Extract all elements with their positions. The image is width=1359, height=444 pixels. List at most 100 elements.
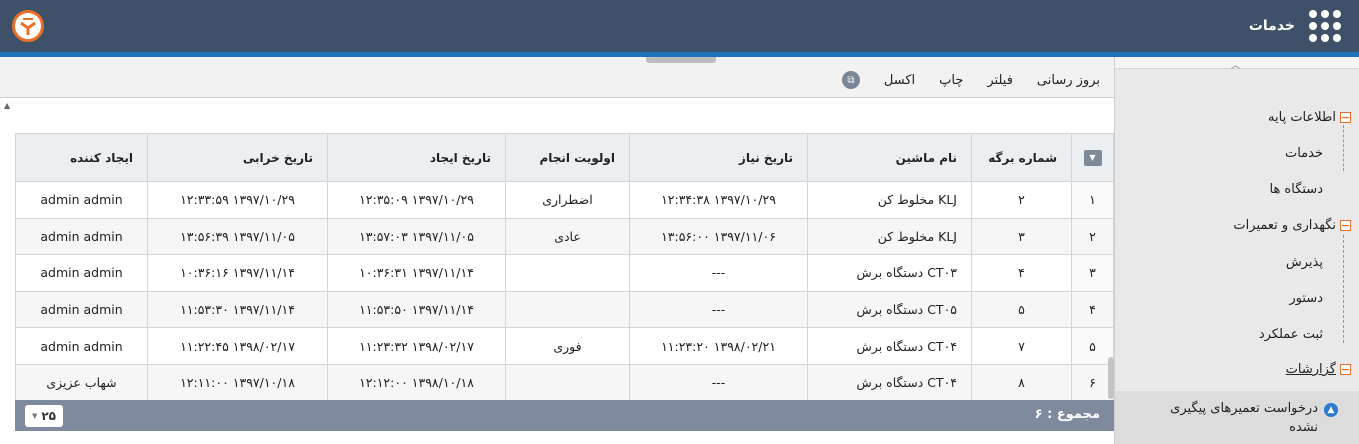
chart-icon: ▲ [1324, 403, 1338, 417]
top-bar: خدمات [0, 0, 1359, 52]
collapse-minus-icon[interactable]: − [1340, 220, 1351, 231]
cell-priority: اضطراری [505, 181, 630, 219]
cell-failure-date: ۱۳۹۷/۱۰/۱۸ ۱۲:۱۱:۰۰ [147, 363, 328, 402]
cell-machine: KLJ مخلوط کن [807, 217, 972, 256]
page-size-value: ۲۵ [41, 409, 57, 423]
cell-need-date: --- [629, 254, 808, 292]
cell-created-date: ۱۳۹۸/۱۰/۱۸ ۱۲:۱۲:۰۰ [327, 363, 506, 402]
cell-machine: KLJ مخلوط کن [807, 181, 972, 219]
column-header-failure-date[interactable]: تاریخ خرابی [147, 133, 328, 182]
cell-created-date: ۱۳۹۷/۱۰/۲۹ ۱۲:۳۵:۰۹ [327, 181, 506, 219]
data-grid: ▼ شماره برگه نام ماشین تاریخ نیاز اولویت… [15, 133, 1114, 402]
cell-machine: CT۰۴ دستگاه برش [807, 327, 972, 365]
cell-sheet: ۸ [971, 363, 1072, 402]
cell-need-date: --- [629, 290, 808, 329]
cell-machine: CT۰۵ دستگاه برش [807, 290, 972, 329]
sidebar: ︿ − اطلاعات پایه خدمات دستگاه ها − نگهدا… [1114, 57, 1359, 444]
sidebar-item-services[interactable]: خدمات [1285, 146, 1323, 161]
page-size-select[interactable]: ▼ ۲۵ [25, 405, 63, 427]
tree-connector [1343, 235, 1344, 343]
column-header-creator[interactable]: ایجاد کننده [15, 133, 148, 182]
cell-creator: admin admin [15, 217, 148, 256]
cell-sheet: ۳ [971, 217, 1072, 256]
main-panel: بروز رسانی فیلتر چاپ اکسل ⧉ ▲ ▼ شماره بر… [0, 57, 1114, 444]
chevron-down-icon: ▼ [31, 412, 38, 420]
sidebar-group-base-info[interactable]: − اطلاعات پایه [1268, 110, 1351, 125]
scroll-up-arrow-icon[interactable]: ▲ [4, 101, 10, 110]
cell-priority [505, 254, 630, 292]
cell-need-date: ۱۳۹۸/۰۲/۲۱ ۱۱:۲۳:۲۰ [629, 327, 808, 365]
sidebar-group-label: نگهداری و تعمیرات [1233, 218, 1336, 233]
row-number: ۲ [1071, 217, 1114, 256]
sidebar-item-label: درخواست تعمیرهای پیگیری نشده [1170, 401, 1318, 435]
sidebar-group-reports[interactable]: − گزارشات [1286, 362, 1351, 377]
cell-sheet: ۵ [971, 290, 1072, 329]
collapse-minus-icon[interactable]: − [1340, 364, 1351, 375]
cell-failure-date: ۱۳۹۷/۱۱/۱۴ ۱۱:۵۳:۳۰ [147, 290, 328, 329]
row-number: ۳ [1071, 254, 1114, 292]
cell-created-date: ۱۳۹۷/۱۱/۰۵ ۱۳:۵۷:۰۳ [327, 217, 506, 256]
sidebar-item-unfollowed-repairs[interactable]: ▲ درخواست تعمیرهای پیگیری نشده [1115, 391, 1359, 444]
column-header-created-date[interactable]: تاریخ ایجاد [327, 133, 506, 182]
cell-creator: admin admin [15, 290, 148, 329]
table-row[interactable]: ۴ ۵ CT۰۵ دستگاه برش --- ۱۳۹۷/۱۱/۱۴ ۱۱:۵۳… [15, 290, 1114, 329]
column-header-priority[interactable]: اولویت انجام [505, 133, 630, 182]
table-row[interactable]: ۵ ۷ CT۰۴ دستگاه برش ۱۳۹۸/۰۲/۲۱ ۱۱:۲۳:۲۰ … [15, 327, 1114, 365]
sidebar-group-label: اطلاعات پایه [1268, 110, 1336, 125]
sidebar-item-order[interactable]: دستور [1289, 291, 1323, 306]
collapse-minus-icon[interactable]: − [1340, 112, 1351, 123]
excel-button[interactable]: اکسل [884, 73, 915, 88]
column-header-sheet[interactable]: شماره برگه [971, 133, 1072, 182]
cell-need-date: --- [629, 363, 808, 402]
cell-created-date: ۱۳۹۷/۱۱/۱۴ ۱۱:۵۳:۵۰ [327, 290, 506, 329]
column-menu-header[interactable]: ▼ [1071, 133, 1114, 182]
total-value: ۶ [1034, 407, 1043, 422]
cell-priority: فوری [505, 327, 630, 365]
cell-failure-date: ۱۳۹۷/۱۱/۱۴ ۱۰:۳۶:۱۶ [147, 254, 328, 292]
row-number: ۱ [1071, 181, 1114, 219]
table-row[interactable]: ۶ ۸ CT۰۴ دستگاه برش --- ۱۳۹۸/۱۰/۱۸ ۱۲:۱۲… [15, 363, 1114, 402]
cell-need-date: ۱۳۹۷/۱۰/۲۹ ۱۲:۳۴:۳۸ [629, 181, 808, 219]
panel-resize-handle[interactable] [646, 57, 716, 63]
column-header-need-date[interactable]: تاریخ نیاز [629, 133, 808, 182]
refresh-button[interactable]: بروز رسانی [1037, 73, 1100, 88]
cell-sheet: ۴ [971, 254, 1072, 292]
cell-created-date: ۱۳۹۸/۰۲/۱۷ ۱۱:۲۳:۳۲ [327, 327, 506, 365]
cell-creator: admin admin [15, 327, 148, 365]
table-row[interactable]: ۱ ۲ KLJ مخلوط کن ۱۳۹۷/۱۰/۲۹ ۱۲:۳۴:۳۸ اضط… [15, 181, 1114, 219]
row-number: ۴ [1071, 290, 1114, 329]
cell-created-date: ۱۳۹۷/۱۱/۱۴ ۱۰:۳۶:۳۱ [327, 254, 506, 292]
collapse-up-icon[interactable]: ︿ [1231, 58, 1240, 71]
app-title: خدمات [1248, 18, 1295, 34]
app-brand[interactable]: خدمات [1249, 10, 1341, 42]
cell-creator: admin admin [15, 181, 148, 219]
apps-grid-icon[interactable] [1309, 10, 1341, 42]
total-count: مجموع : ۶ [1035, 407, 1100, 422]
total-label: مجموع : [1047, 407, 1100, 422]
sidebar-item-reception[interactable]: پذیرش [1286, 255, 1323, 270]
toolbar: بروز رسانی فیلتر چاپ اکسل ⧉ [841, 71, 1100, 89]
cell-machine: CT۰۴ دستگاه برش [807, 363, 972, 402]
cell-failure-date: ۱۳۹۷/۱۰/۲۹ ۱۲:۳۳:۵۹ [147, 181, 328, 219]
print-button[interactable]: چاپ [939, 73, 963, 88]
column-header-machine[interactable]: نام ماشین [807, 133, 972, 182]
cell-sheet: ۲ [971, 181, 1072, 219]
tree-connector [1343, 125, 1344, 171]
sidebar-collapse-strip[interactable]: ︿ [1115, 57, 1359, 71]
cell-machine: CT۰۳ دستگاه برش [807, 254, 972, 292]
grid-footer: مجموع : ۶ ▼ ۲۵ [15, 400, 1114, 431]
cell-creator: شهاب عزیزی [15, 363, 148, 402]
cell-priority [505, 290, 630, 329]
table-row[interactable]: ۳ ۴ CT۰۳ دستگاه برش --- ۱۳۹۷/۱۱/۱۴ ۱۰:۳۶… [15, 254, 1114, 292]
copy-icon[interactable]: ⧉ [841, 71, 860, 89]
sidebar-item-devices[interactable]: دستگاه ها [1269, 182, 1323, 197]
cell-need-date: ۱۳۹۷/۱۱/۰۶ ۱۳:۵۶:۰۰ [629, 217, 808, 256]
cell-failure-date: ۱۳۹۸/۰۲/۱۷ ۱۱:۲۲:۴۵ [147, 327, 328, 365]
table-header-row: ▼ شماره برگه نام ماشین تاریخ نیاز اولویت… [15, 133, 1114, 182]
filter-button[interactable]: فیلتر [987, 73, 1013, 88]
sidebar-group-maintenance[interactable]: − نگهداری و تعمیرات [1233, 218, 1351, 233]
logo-icon[interactable] [12, 10, 44, 42]
chevron-down-icon[interactable]: ▼ [1083, 150, 1102, 166]
sidebar-item-performance[interactable]: ثبت عملکرد [1259, 327, 1323, 342]
table-row[interactable]: ۲ ۳ KLJ مخلوط کن ۱۳۹۷/۱۱/۰۶ ۱۳:۵۶:۰۰ عاد… [15, 217, 1114, 256]
